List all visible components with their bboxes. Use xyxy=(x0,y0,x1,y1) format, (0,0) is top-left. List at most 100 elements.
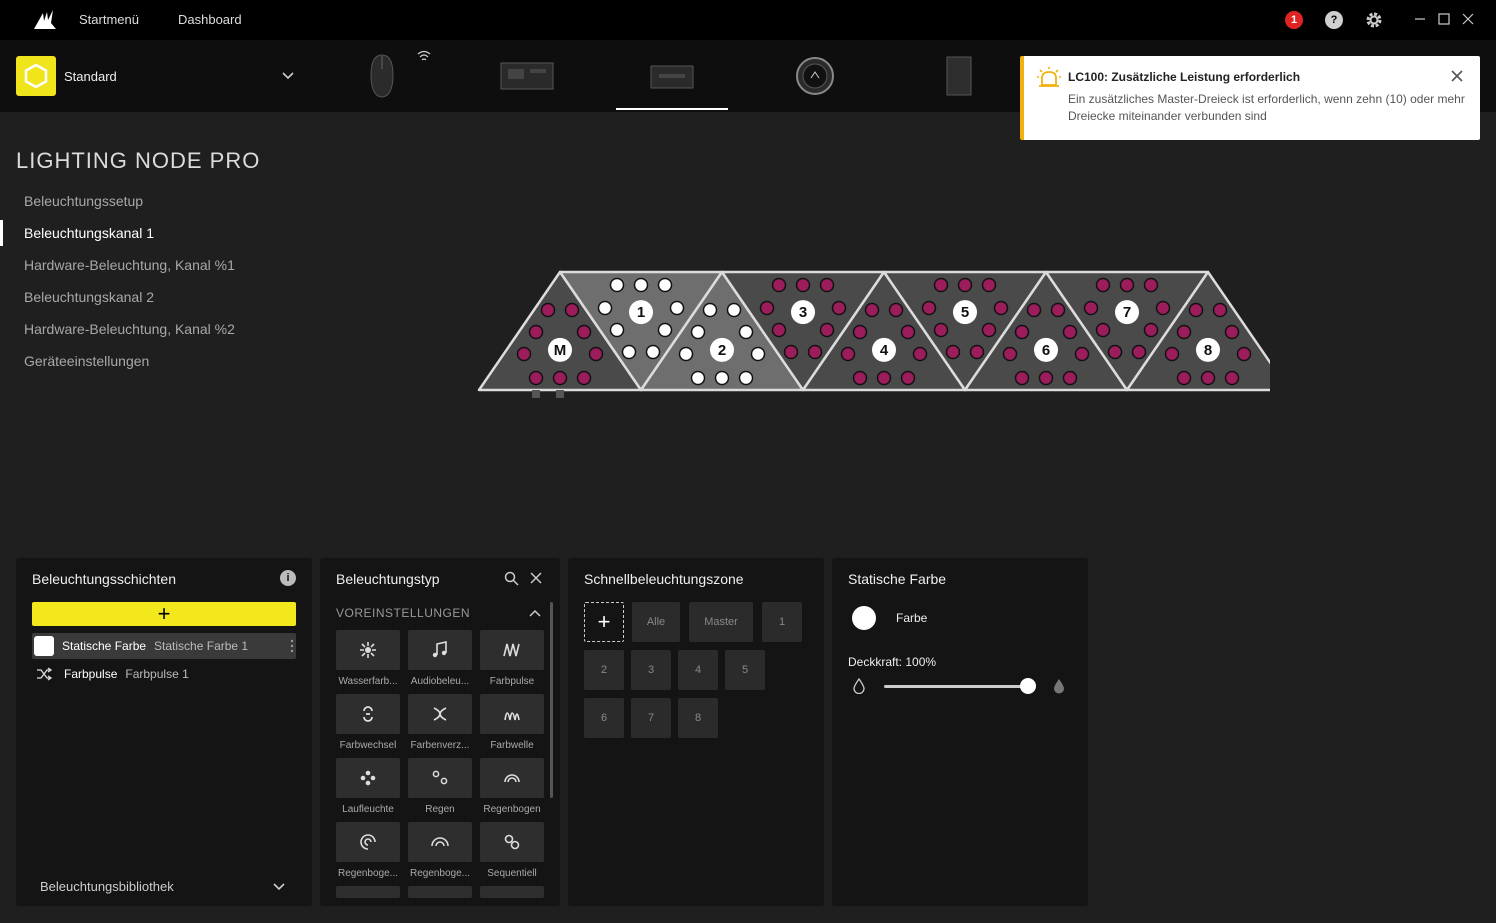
opacity-slider-handle[interactable] xyxy=(1020,678,1036,694)
led xyxy=(1014,370,1030,386)
opacity-slider-track[interactable] xyxy=(884,685,1028,688)
zone-button[interactable]: 6 xyxy=(584,698,624,738)
sidebar-item-setup[interactable]: Beleuchtungssetup xyxy=(24,193,143,209)
device-mouse[interactable] xyxy=(362,50,402,102)
device-board[interactable] xyxy=(498,50,556,102)
chevron-down-icon[interactable] xyxy=(281,69,295,83)
led xyxy=(1050,302,1066,318)
nav-home[interactable]: Startmenü xyxy=(79,12,139,27)
zone-button[interactable]: 1 xyxy=(762,602,802,642)
chevron-down-icon[interactable] xyxy=(272,880,286,894)
led xyxy=(564,302,580,318)
preset-tile[interactable] xyxy=(408,758,472,798)
more-icon[interactable] xyxy=(290,639,294,653)
add-zone-button[interactable]: + xyxy=(584,602,624,642)
led xyxy=(864,302,880,318)
sidebar-item-hw-channel-2[interactable]: Hardware-Beleuchtung, Kanal %2 xyxy=(24,321,235,337)
led xyxy=(1026,302,1042,318)
led xyxy=(900,370,916,386)
led xyxy=(1074,346,1090,362)
close-icon[interactable] xyxy=(529,571,543,585)
preset-tile[interactable] xyxy=(480,630,544,670)
toast-message: Ein zusätzliches Master-Dreieck ist erfo… xyxy=(1068,92,1465,123)
preset-tile[interactable] xyxy=(480,822,544,862)
led xyxy=(807,344,823,360)
minimize-icon[interactable] xyxy=(1413,12,1427,26)
zone-button[interactable]: Alle xyxy=(632,602,680,642)
close-window-icon[interactable] xyxy=(1461,12,1475,26)
nav-dashboard[interactable]: Dashboard xyxy=(178,12,242,27)
triangle-panels-diagram[interactable]: M 1 2 3 4 5 6 7 8 xyxy=(470,260,1270,410)
led xyxy=(657,277,673,293)
led xyxy=(921,300,937,316)
preset-tile[interactable] xyxy=(408,886,472,898)
triangle-label: 2 xyxy=(718,342,726,359)
device-cooler[interactable] xyxy=(793,50,837,102)
led xyxy=(981,322,997,338)
zone-button[interactable]: 4 xyxy=(678,650,718,690)
maximize-icon[interactable] xyxy=(1437,12,1451,26)
led xyxy=(840,346,856,362)
wireless-icon xyxy=(417,50,431,61)
preset-tile[interactable] xyxy=(480,886,544,898)
layer-subname: Statische Farbe 1 xyxy=(154,639,249,653)
sidebar-item-hw-channel-1[interactable]: Hardware-Beleuchtung, Kanal %1 xyxy=(24,257,235,273)
chevron-up-icon[interactable] xyxy=(529,608,541,618)
profile-name[interactable]: Standard xyxy=(64,69,117,84)
preset-tile[interactable] xyxy=(408,822,472,862)
preset-tile-label: Regenboge... xyxy=(409,868,471,879)
close-icon[interactable] xyxy=(1450,69,1464,83)
sidebar-item-channel-1[interactable]: Beleuchtungskanal 1 xyxy=(24,225,154,241)
preset-tile[interactable] xyxy=(336,822,400,862)
warning-toast: LC100: Zusätzliche Leistung erforderlich… xyxy=(1020,56,1480,140)
led xyxy=(1176,370,1192,386)
zone-button[interactable]: 7 xyxy=(631,698,671,738)
selected-device-indicator xyxy=(616,108,728,110)
preset-tile-label: Regenbogen xyxy=(483,804,541,815)
led xyxy=(1224,324,1240,340)
presets-header[interactable]: VOREINSTELLUNGEN xyxy=(336,606,470,620)
case-icon xyxy=(946,56,972,96)
zone-button[interactable]: 5 xyxy=(725,650,765,690)
layer-item[interactable]: Statische Farbe Statische Farbe 1 xyxy=(32,633,296,659)
preset-tile[interactable] xyxy=(408,630,472,670)
preset-tile[interactable] xyxy=(480,694,544,734)
preset-tile[interactable] xyxy=(336,630,400,670)
zone-button[interactable]: Master xyxy=(689,602,753,642)
led xyxy=(678,346,694,362)
led xyxy=(609,277,625,293)
zone-button[interactable]: 3 xyxy=(631,650,671,690)
sidebar-item-channel-2[interactable]: Beleuchtungskanal 2 xyxy=(24,289,154,305)
notification-icon[interactable]: 1 xyxy=(1285,11,1303,29)
triangle-label: 3 xyxy=(799,304,807,321)
preset-tile-label: Farbwechsel xyxy=(339,740,397,751)
gear-icon[interactable] xyxy=(1365,11,1383,29)
scrollbar[interactable] xyxy=(550,602,553,798)
device-lighting-node[interactable] xyxy=(645,50,699,102)
color-picker-swatch[interactable] xyxy=(852,606,876,630)
layer-item[interactable]: Farbpulse Farbpulse 1 xyxy=(32,661,296,687)
profile-icon[interactable] xyxy=(16,56,56,96)
toast-title: LC100: Zusätzliche Leistung erforderlich xyxy=(1068,70,1301,84)
led xyxy=(795,277,811,293)
search-icon[interactable] xyxy=(504,571,519,586)
add-layer-button[interactable]: + xyxy=(32,601,296,626)
help-icon[interactable]: ? xyxy=(1325,11,1343,29)
info-icon[interactable]: i xyxy=(280,570,296,586)
shuffle-icon xyxy=(37,667,52,681)
preset-tile[interactable] xyxy=(408,694,472,734)
opacity-label: Deckkraft: 100% xyxy=(848,655,937,669)
sidebar-item-device-settings[interactable]: Geräteeinstellungen xyxy=(24,353,149,369)
preset-tile[interactable] xyxy=(336,694,400,734)
preset-tile[interactable] xyxy=(480,758,544,798)
preset-tile[interactable] xyxy=(336,886,400,898)
led xyxy=(1083,300,1099,316)
lighting-library-toggle[interactable]: Beleuchtungsbibliothek xyxy=(40,879,174,894)
zone-button[interactable]: 8 xyxy=(678,698,718,738)
rainbow-wave-icon xyxy=(431,837,449,847)
preset-tile[interactable] xyxy=(336,758,400,798)
device-case[interactable] xyxy=(944,50,974,102)
zone-button[interactable]: 2 xyxy=(584,650,624,690)
led xyxy=(783,344,799,360)
led xyxy=(1224,370,1240,386)
